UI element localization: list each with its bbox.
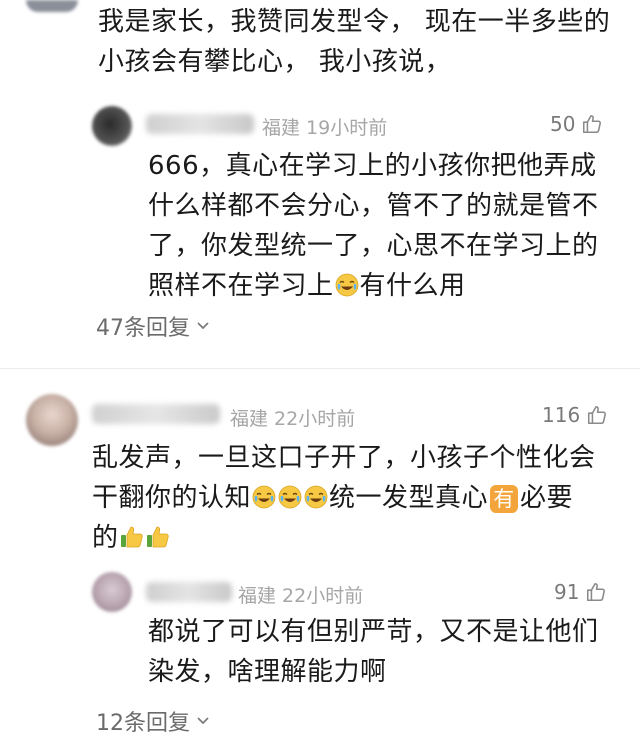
chevron-down-icon: [197, 322, 209, 330]
laugh-cry-emoji: [335, 273, 358, 297]
comment-text-segment: 必要: [520, 483, 574, 513]
comment-text: 乱发声，一旦这口子开了，小孩子个性化会 干翻你的认知 统一发型真心有 必要 的: [92, 438, 596, 558]
thumbs-up-emoji: [146, 526, 169, 548]
avatar[interactable]: [26, 394, 78, 446]
divider: [0, 368, 640, 369]
username[interactable]: [146, 114, 254, 134]
comment-line: 小孩会有攀比心， 我小孩说，: [98, 47, 452, 77]
reply-line: 666，真心在学习上的小孩你把他弄成: [148, 151, 597, 181]
reply-text: 都说了可以有但别严苛，又不是让他们 染发，啥理解能力啊: [148, 612, 599, 692]
reply-line: 了，你发型统一了，心思不在学习上的: [148, 231, 599, 261]
avatar[interactable]: [92, 106, 132, 146]
reply-line: 染发，啥理解能力啊: [148, 657, 387, 687]
like-button[interactable]: 91: [554, 580, 607, 604]
username[interactable]: [146, 582, 232, 602]
laugh-cry-emoji: [252, 485, 276, 509]
view-replies-button[interactable]: 12条回复: [96, 705, 210, 737]
like-button[interactable]: 50: [550, 112, 603, 136]
comment-text-segment: 干翻你的认知: [92, 483, 252, 513]
comment-text-segment: 统一发型真心: [329, 483, 489, 513]
thumbs-up-icon: [587, 582, 606, 602]
like-count: 50: [550, 112, 576, 136]
avatar[interactable]: [26, 0, 78, 12]
comment-line: 的: [92, 518, 596, 558]
like-count: 91: [554, 580, 580, 604]
comment-text: 我是家长，我赞同发型令， 现在一半多些的 小孩会有攀比心， 我小孩说，: [98, 2, 610, 82]
thumbs-up-emoji: [120, 526, 143, 548]
thumbs-up-icon: [583, 114, 602, 134]
thumbs-up-icon: [588, 405, 607, 425]
like-count: 116: [542, 403, 581, 427]
reply-line: 照样不在学习上 有什么用: [148, 266, 599, 306]
view-replies-button[interactable]: 47条回复: [96, 310, 210, 342]
replies-count-label: 47条回复: [96, 316, 190, 341]
reply-line: 都说了可以有但别严苛，又不是让他们: [148, 617, 599, 647]
you-badge: 有: [490, 485, 519, 513]
comment-line: 乱发声，一旦这口子开了，小孩子个性化会: [92, 443, 596, 473]
chevron-down-icon: [197, 717, 209, 725]
replies-count-label: 12条回复: [96, 711, 190, 736]
like-button[interactable]: 116: [542, 403, 608, 427]
comment-line: 干翻你的认知 统一发型真心有必要: [92, 478, 596, 518]
location-time: 福建 22小时前: [238, 585, 364, 607]
comment-line: 我是家长，我赞同发型令， 现在一半多些的: [98, 7, 611, 37]
reply-text-segment: 照样不在学习上: [148, 271, 334, 301]
location-time: 福建 22小时前: [230, 408, 356, 430]
avatar[interactable]: [92, 572, 132, 612]
laugh-cry-emoji: [304, 485, 328, 509]
reply-text-segment: 有什么用: [359, 271, 466, 301]
location-time: 福建 19小时前: [262, 117, 388, 139]
reply-text: 666，真心在学习上的小孩你把他弄成 什么样都不会分心，管不了的就是管不 了，你…: [148, 146, 599, 306]
laugh-cry-emoji: [278, 485, 302, 509]
comment-text-segment: 的: [92, 523, 119, 553]
username[interactable]: [92, 404, 220, 424]
reply-line: 什么样都不会分心，管不了的就是管不: [148, 191, 599, 221]
